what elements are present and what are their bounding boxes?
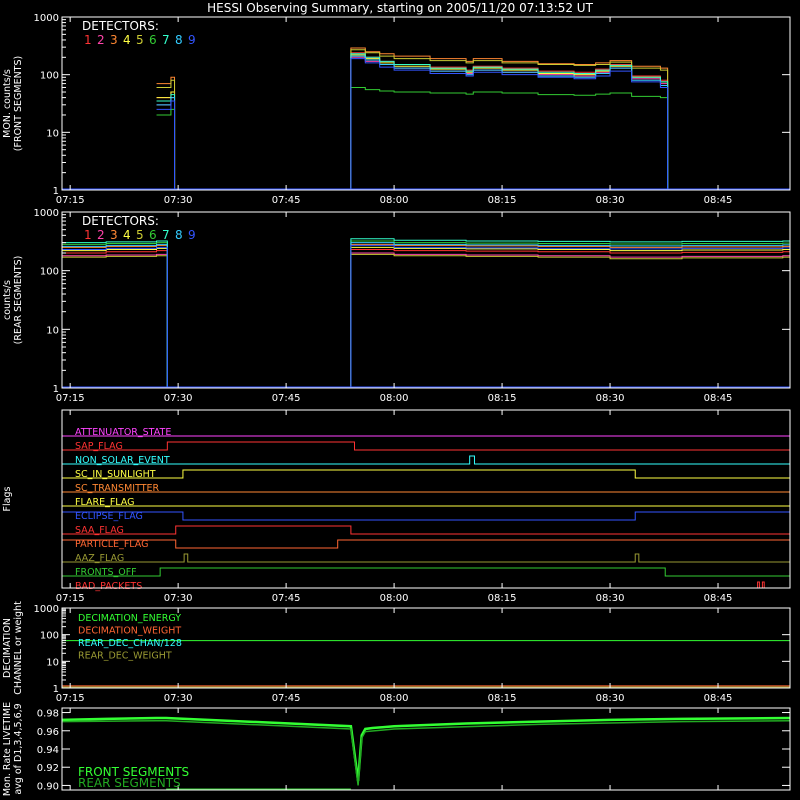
decimation-ytick-label: 100	[40, 631, 59, 642]
flag-label: ATTENUATOR_STATE	[75, 427, 171, 438]
decimation-xtick-label: 07:30	[164, 693, 193, 704]
rear-xtick-label: 08:00	[380, 393, 409, 404]
front-xtick-label: 08:00	[380, 195, 409, 206]
rear-legend-label: 2	[97, 228, 105, 242]
front-xtick-label: 08:45	[704, 195, 733, 206]
rear-xtick-label: 08:30	[596, 393, 625, 404]
front-xtick-label: 08:30	[596, 195, 625, 206]
front-legend-label: 5	[136, 33, 144, 47]
front-legend-heading: DETECTORS:	[82, 19, 159, 33]
decimation-xtick-label: 08:00	[380, 693, 409, 704]
livetime-ylabel: Mon. Rate LIVETIME	[2, 702, 13, 796]
livetime-ytick-label: 0.94	[37, 745, 59, 756]
rear-ylabel: counts/s	[2, 280, 13, 320]
rear-legend-label: 8	[175, 228, 183, 242]
front-legend-label: 4	[123, 33, 131, 47]
rear-legend-label: 5	[136, 228, 144, 242]
livetime-ylabel: avg of D1,3,4,5,6,9	[13, 703, 24, 794]
rear-xtick-label: 08:45	[704, 393, 733, 404]
flag-label: SAA_FLAG	[75, 525, 124, 536]
livetime-ytick-label: 0.96	[37, 727, 59, 738]
decimation-xtick-label: 08:30	[596, 693, 625, 704]
decimation-legend-label: DECIMATION_WEIGHT	[78, 626, 181, 637]
flag-label: PARTICLE_FLAG	[75, 539, 148, 550]
rear-ytick-label: 100	[40, 267, 59, 278]
rear-xtick-label: 07:30	[164, 393, 193, 404]
decimation-legend-label: REAR_DEC_WEIGHT	[78, 651, 172, 662]
decimation-xtick-label: 08:15	[488, 693, 517, 704]
rear-ytick-label: 10	[46, 325, 59, 336]
flag-label: FLARE_FLAG	[75, 497, 135, 508]
front-xtick-label: 08:15	[488, 195, 517, 206]
flag-label: BAD_PACKETS	[75, 581, 142, 592]
flag-label: NON_SOLAR_EVENT	[75, 455, 170, 466]
decimation-ytick-label: 1000	[34, 604, 59, 615]
front-legend-label: 9	[188, 33, 196, 47]
livetime-ytick-label: 0.92	[37, 763, 59, 774]
flags-xtick-label: 08:45	[704, 593, 733, 604]
observing-summary-figure: HESSI Observing Summary, starting on 200…	[0, 0, 800, 800]
decimation-xtick-label: 08:45	[704, 693, 733, 704]
rear-legend-heading: DETECTORS:	[82, 214, 159, 228]
front-legend-label: 2	[97, 33, 105, 47]
rear-legend-label: 1	[84, 228, 92, 242]
rear-legend-label: 4	[123, 228, 131, 242]
flag-label: AAZ_FLAG	[75, 553, 124, 564]
decimation-xtick-label: 07:15	[56, 693, 85, 704]
rear-legend-label: 3	[110, 228, 118, 242]
rear-xtick-label: 07:15	[56, 393, 85, 404]
rear-legend-label: 6	[149, 228, 157, 242]
flags-xtick-label: 07:15	[56, 593, 85, 604]
flags-ylabel: Flags	[2, 486, 13, 511]
decimation-legend-label: DECIMATION_ENERGY	[78, 613, 181, 624]
flags-xtick-label: 07:45	[272, 593, 301, 604]
rear-ytick-label: 1000	[34, 208, 59, 219]
livetime-ytick-label: 0.90	[37, 781, 59, 792]
front-ytick-label: 10	[46, 128, 59, 139]
decimation-ytick-label: 10	[46, 657, 59, 668]
front-legend-label: 6	[149, 33, 157, 47]
decimation-xtick-label: 07:45	[272, 693, 301, 704]
front-xtick-label: 07:15	[56, 195, 85, 206]
livetime-ytick-label: 0.98	[37, 709, 59, 720]
flag-label: SC_IN_SUNLIGHT	[75, 469, 156, 480]
rear-legend-label: 7	[162, 228, 170, 242]
figure-title: HESSI Observing Summary, starting on 200…	[207, 1, 593, 15]
flag-label: FRONTS_OFF	[75, 567, 137, 578]
flag-label: SAP_FLAG	[75, 441, 123, 452]
front-xtick-label: 07:30	[164, 195, 193, 206]
front-legend-label: 1	[84, 33, 92, 47]
flag-label: SC_TRANSMITTER	[75, 483, 160, 494]
front-legend-label: 8	[175, 33, 183, 47]
decimation-legend-label: REAR_DEC_CHAN/128	[78, 638, 182, 649]
rear-xtick-label: 07:45	[272, 393, 301, 404]
front-legend-label: 3	[110, 33, 118, 47]
decimation-ylabel: DECIMATION	[2, 618, 13, 678]
front-ytick-label: 100	[40, 71, 59, 82]
livetime-legend-label: REAR SEGMENTS	[78, 776, 181, 790]
front-xtick-label: 07:45	[272, 195, 301, 206]
front-ylabel: (FRONT SEGMENTS)	[13, 56, 24, 151]
front-ylabel: MON. counts/s	[2, 69, 13, 138]
decimation-ylabel: CHANNEL or weight	[13, 601, 24, 695]
flags-xtick-label: 08:30	[596, 593, 625, 604]
rear-ylabel: (REAR SEGMENTS)	[13, 256, 24, 345]
flags-xtick-label: 08:15	[488, 593, 517, 604]
front-legend-label: 7	[162, 33, 170, 47]
front-ytick-label: 1000	[34, 13, 59, 24]
flags-xtick-label: 07:30	[164, 593, 193, 604]
rear-xtick-label: 08:15	[488, 393, 517, 404]
flag-label: ECLIPSE_FLAG	[75, 511, 143, 522]
flags-xtick-label: 08:00	[380, 593, 409, 604]
rear-legend-label: 9	[188, 228, 196, 242]
